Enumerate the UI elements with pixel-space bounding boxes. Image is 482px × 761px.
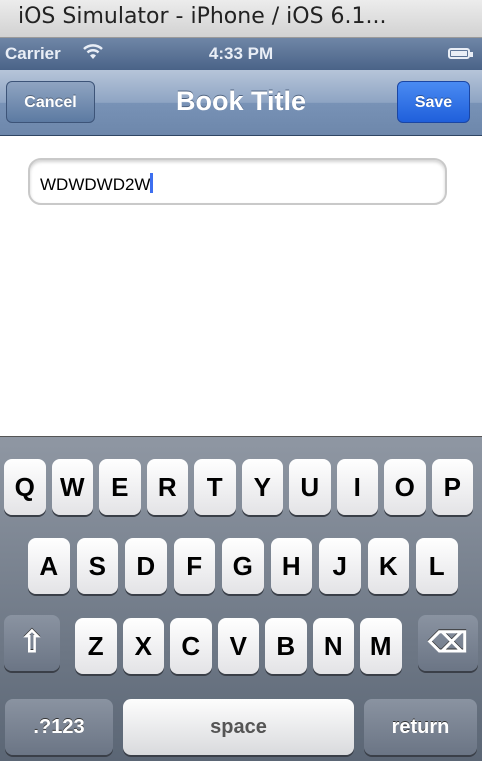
key-q[interactable]: Q: [4, 459, 46, 515]
key-w[interactable]: W: [51, 459, 93, 515]
key-i[interactable]: I: [336, 459, 378, 515]
key-d[interactable]: D: [125, 538, 167, 594]
status-time: 4:33 PM: [208, 44, 274, 63]
key-k[interactable]: K: [367, 538, 409, 594]
navigation-bar: Cancel Book Title Save: [0, 70, 482, 136]
key-l[interactable]: L: [416, 538, 458, 594]
key-h[interactable]: H: [270, 538, 312, 594]
form-area: WDWDWD2W: [0, 136, 482, 436]
key-m[interactable]: M: [360, 618, 402, 674]
key-x[interactable]: X: [122, 618, 164, 674]
key-s[interactable]: S: [76, 538, 118, 594]
text-caret: [150, 173, 154, 193]
battery-icon: [448, 48, 473, 59]
key-b[interactable]: B: [265, 618, 307, 674]
key-j[interactable]: J: [319, 538, 361, 594]
book-title-value: WDWDWD2W: [40, 175, 151, 194]
shift-key[interactable]: ⇧: [4, 615, 60, 671]
simulator-window-titlebar: iOS Simulator - iPhone / iOS 6.1...: [0, 0, 482, 38]
key-t[interactable]: T: [194, 459, 236, 515]
key-y[interactable]: Y: [241, 459, 283, 515]
delete-key[interactable]: ⌫: [418, 615, 478, 671]
key-c[interactable]: C: [170, 618, 212, 674]
key-a[interactable]: A: [28, 538, 70, 594]
book-title-field[interactable]: WDWDWD2W: [28, 158, 447, 205]
key-g[interactable]: G: [222, 538, 264, 594]
key-v[interactable]: V: [217, 618, 259, 674]
key-u[interactable]: U: [289, 459, 331, 515]
return-key[interactable]: return: [364, 699, 477, 755]
status-bar: Carrier 4:33 PM: [0, 38, 482, 70]
numbers-key[interactable]: .?123: [5, 699, 113, 755]
key-p[interactable]: P: [431, 459, 473, 515]
book-title-text: WDWDWD2W: [40, 173, 154, 195]
key-z[interactable]: Z: [75, 618, 117, 674]
key-n[interactable]: N: [312, 618, 354, 674]
onscreen-keyboard: ⇧ ⌫ .?123 space return QWERTYUIOP ASDFGHJ…: [0, 436, 482, 761]
key-o[interactable]: O: [384, 459, 426, 515]
key-e[interactable]: E: [99, 459, 141, 515]
space-key[interactable]: space: [123, 699, 354, 755]
window-title: iOS Simulator - iPhone / iOS 6.1...: [18, 4, 387, 29]
key-f[interactable]: F: [173, 538, 215, 594]
save-button[interactable]: Save: [397, 81, 470, 123]
key-r[interactable]: R: [146, 459, 188, 515]
